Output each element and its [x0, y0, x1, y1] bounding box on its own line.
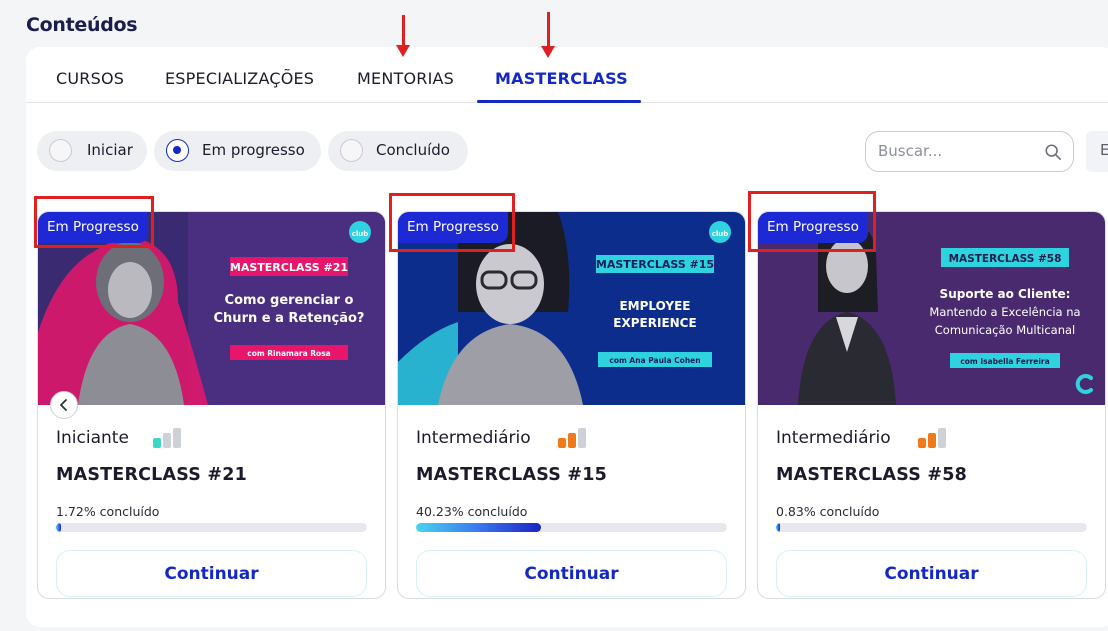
continue-button[interactable]: Continuar: [56, 550, 367, 597]
thumbnail-headline-line: Mantendo a Excelência na: [929, 305, 1080, 319]
continue-button[interactable]: Continuar: [776, 550, 1087, 597]
filter-em-progresso-label: Em progresso: [202, 141, 305, 159]
chevron-left-icon: [60, 399, 67, 411]
thumbnail-headline-line: Suporte ao Cliente:: [940, 287, 1071, 301]
filter-concluido[interactable]: Concluído: [328, 131, 468, 171]
thumbnail-logo: club: [712, 230, 729, 238]
progress-text: 0.83% concluído: [776, 504, 880, 519]
content-panel: CURSOS ESPECIALIZAÇÕES MENTORIAS MASTERC…: [26, 47, 1108, 627]
thumbnail-headline-line: EMPLOYEE: [619, 299, 690, 313]
progress-fill: [776, 523, 780, 532]
course-card[interactable]: MASTERCLASS #58 Suporte ao Cliente: Mant…: [757, 211, 1106, 599]
filter-iniciar[interactable]: Iniciar: [37, 131, 147, 171]
search-icon[interactable]: [1044, 143, 1062, 161]
progress-fill: [416, 523, 542, 532]
radio-em-progresso[interactable]: [166, 139, 189, 162]
tab-mentorias[interactable]: MENTORIAS: [357, 69, 454, 88]
course-title: MASTERCLASS #15: [416, 465, 607, 485]
thumbnail-tag: MASTERCLASS #15: [596, 258, 714, 271]
filter-dropdown-label: E: [1100, 141, 1108, 159]
level-bars-icon: [558, 428, 588, 448]
radio-concluido[interactable]: [340, 139, 363, 162]
filter-dropdown-button[interactable]: E: [1086, 131, 1108, 172]
progress-bar: [56, 523, 367, 532]
thumbnail-logo: club: [352, 230, 369, 238]
course-title: MASTERCLASS #21: [56, 465, 247, 485]
annotation-box: [34, 196, 154, 248]
progress-bar: [776, 523, 1087, 532]
thumbnail-headline-line: Churn e a Retenção?: [214, 311, 365, 326]
radio-iniciar[interactable]: [49, 139, 72, 162]
level-bars-icon: [918, 428, 948, 448]
filter-iniciar-label: Iniciar: [87, 141, 133, 159]
progress-text: 40.23% concluído: [416, 504, 528, 519]
thumbnail-headline-line: Comunicação Multicanal: [935, 323, 1075, 337]
thumbnail-tag: MASTERCLASS #58: [949, 253, 1062, 265]
course-level: Iniciante: [56, 428, 129, 448]
course-level: Intermediário: [776, 428, 891, 448]
thumbnail-presenter: com Ana Paula Cohen: [609, 356, 700, 365]
continue-button[interactable]: Continuar: [416, 550, 727, 597]
tab-especializacoes[interactable]: ESPECIALIZAÇÕES: [165, 69, 314, 88]
filter-em-progresso[interactable]: Em progresso: [154, 131, 321, 171]
annotation-arrow: [541, 12, 555, 58]
thumbnail-headline-line: EXPERIENCE: [613, 316, 696, 330]
course-title: MASTERCLASS #58: [776, 465, 967, 485]
tab-cursos[interactable]: CURSOS: [56, 69, 124, 88]
progress-bar: [416, 523, 727, 532]
annotation-box: [748, 191, 876, 252]
thumbnail-tag: MASTERCLASS #21: [230, 261, 348, 274]
progress-fill: [56, 523, 62, 532]
course-card[interactable]: club MASTERCLASS #21 Como gerenciar o Ch…: [37, 211, 386, 599]
thumbnail-presenter: com Rinamara Rosa: [247, 349, 330, 358]
course-card[interactable]: club MASTERCLASS #15 EMPLOYEE EXPERIENCE…: [397, 211, 746, 599]
annotation-box: [389, 193, 515, 252]
tab-bar: CURSOS ESPECIALIZAÇÕES MENTORIAS MASTERC…: [26, 47, 1108, 103]
carousel-prev-button[interactable]: [50, 391, 78, 419]
course-level: Intermediário: [416, 428, 531, 448]
search-box[interactable]: [865, 131, 1074, 172]
page-title: Conteúdos: [26, 14, 138, 36]
thumbnail-headline-line: Como gerenciar o: [225, 293, 354, 308]
active-tab-indicator: [477, 100, 641, 103]
annotation-arrow: [396, 15, 410, 57]
level-bars-icon: [153, 428, 183, 448]
progress-text: 1.72% concluído: [56, 504, 160, 519]
search-input[interactable]: [878, 142, 1038, 160]
thumbnail-presenter: com Isabella Ferreira: [960, 357, 1049, 366]
filter-concluido-label: Concluído: [376, 141, 450, 159]
tab-masterclass[interactable]: MASTERCLASS: [495, 69, 628, 88]
